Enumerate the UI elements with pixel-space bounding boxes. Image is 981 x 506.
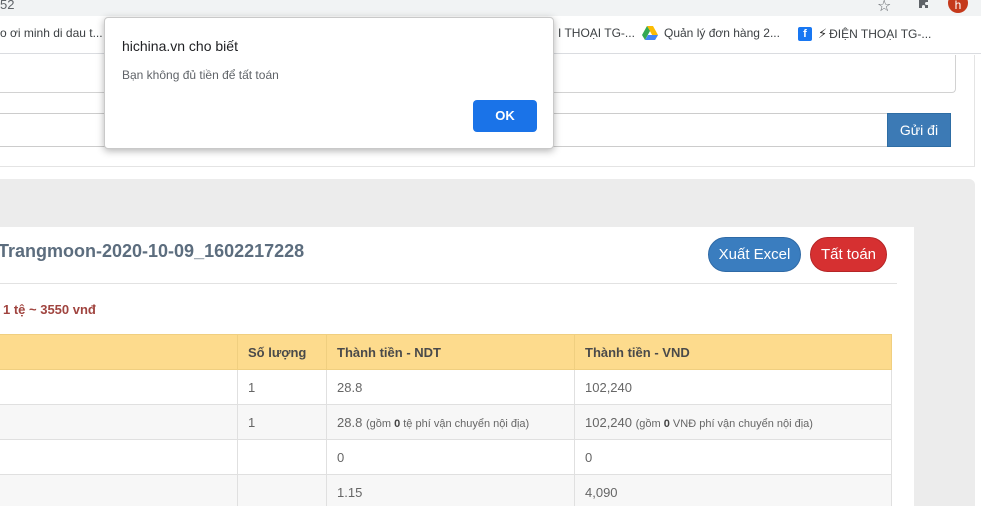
table-header-row: Số lượng Thành tiền - NDT Thành tiền - V…	[0, 334, 892, 370]
bookmark-label: o ơi minh di dau t...	[0, 26, 103, 40]
column-header-ndt: Thành tiền - NDT	[326, 334, 575, 370]
settle-button[interactable]: Tất toán	[810, 237, 887, 272]
table-row: 1 28.8 102,240	[0, 369, 892, 405]
facebook-icon: f	[798, 27, 812, 41]
column-header-vnd: Thành tiền - VND	[574, 334, 892, 370]
dialog-title: hichina.vn cho biết	[122, 38, 238, 54]
vnd-cell: 102,240	[574, 369, 892, 405]
quantity-cell: 1	[237, 404, 327, 440]
bookmark-item[interactable]: I THOẠI TG-...	[558, 26, 635, 40]
table-cell	[0, 474, 238, 506]
address-bar[interactable]: 52 ☆ h	[0, 0, 981, 16]
bookmark-item[interactable]: Quản lý đơn hàng 2...	[642, 26, 780, 40]
exchange-rate: 1 tệ ~ 3550 vnđ	[3, 302, 96, 317]
column-header-quantity: Số lượng	[237, 334, 327, 370]
table-row: 1.15 4,090	[0, 474, 892, 506]
vnd-shipping-note: (gồm 0 VNĐ phí vận chuyển nội địa)	[635, 417, 813, 430]
ndt-cell: 0	[326, 439, 575, 475]
order-card: Trangmoon-2020-10-09_1602217228 Xuất Exc…	[0, 227, 914, 506]
bookmark-item[interactable]: f ⚡ ĐIỆN THOẠI TG-...	[798, 26, 931, 42]
table-cell	[0, 439, 238, 475]
divider	[0, 283, 897, 284]
ndt-cell: 28.8 (gồm 0 tệ phí vận chuyển nội địa)	[326, 404, 575, 440]
quantity-cell	[237, 439, 327, 475]
bookmark-label: ĐIỆN THOẠI TG-...	[829, 27, 932, 41]
drive-icon	[642, 26, 658, 40]
ndt-cell: 28.8	[326, 369, 575, 405]
order-items-table: Số lượng Thành tiền - NDT Thành tiền - V…	[0, 334, 892, 506]
bookmark-label: I THOẠI TG-...	[558, 26, 635, 40]
bookmark-item[interactable]: o ơi minh di dau t...	[0, 26, 103, 40]
bookmark-label: Quản lý đơn hàng 2...	[664, 26, 780, 40]
extensions-puzzle-icon[interactable]	[916, 0, 932, 11]
lightning-icon: ⚡	[818, 26, 828, 41]
ndt-cell: 1.15	[326, 474, 575, 506]
ndt-value: 28.8	[337, 414, 363, 430]
vnd-cell: 4,090	[574, 474, 892, 506]
profile-avatar[interactable]: h	[948, 0, 968, 13]
table-cell	[0, 369, 238, 405]
bookmark-star-icon[interactable]: ☆	[877, 0, 891, 16]
address-text: 52	[0, 0, 15, 12]
vnd-cell: 102,240 (gồm 0 VNĐ phí vận chuyển nội đị…	[574, 404, 892, 440]
table-cell	[0, 404, 238, 440]
order-title: Trangmoon-2020-10-09_1602217228	[0, 241, 305, 261]
table-row: 0 0	[0, 439, 892, 475]
ndt-shipping-note: (gồm 0 tệ phí vận chuyển nội địa)	[365, 417, 530, 430]
quantity-cell	[237, 474, 327, 506]
alert-dialog: hichina.vn cho biết Bạn không đủ tiền để…	[104, 17, 554, 149]
export-excel-button[interactable]: Xuất Excel	[708, 237, 801, 272]
vnd-cell: 0	[574, 439, 892, 475]
quantity-cell: 1	[237, 369, 327, 405]
table-row: 1 28.8 (gồm 0 tệ phí vận chuyển nội địa)…	[0, 404, 892, 440]
vnd-value: 102,240	[585, 414, 632, 430]
dialog-message: Bạn không đủ tiền để tất toán	[122, 68, 279, 82]
column-header	[0, 334, 238, 370]
ok-button[interactable]: OK	[473, 100, 537, 132]
send-button[interactable]: Gửi đi	[887, 113, 951, 147]
